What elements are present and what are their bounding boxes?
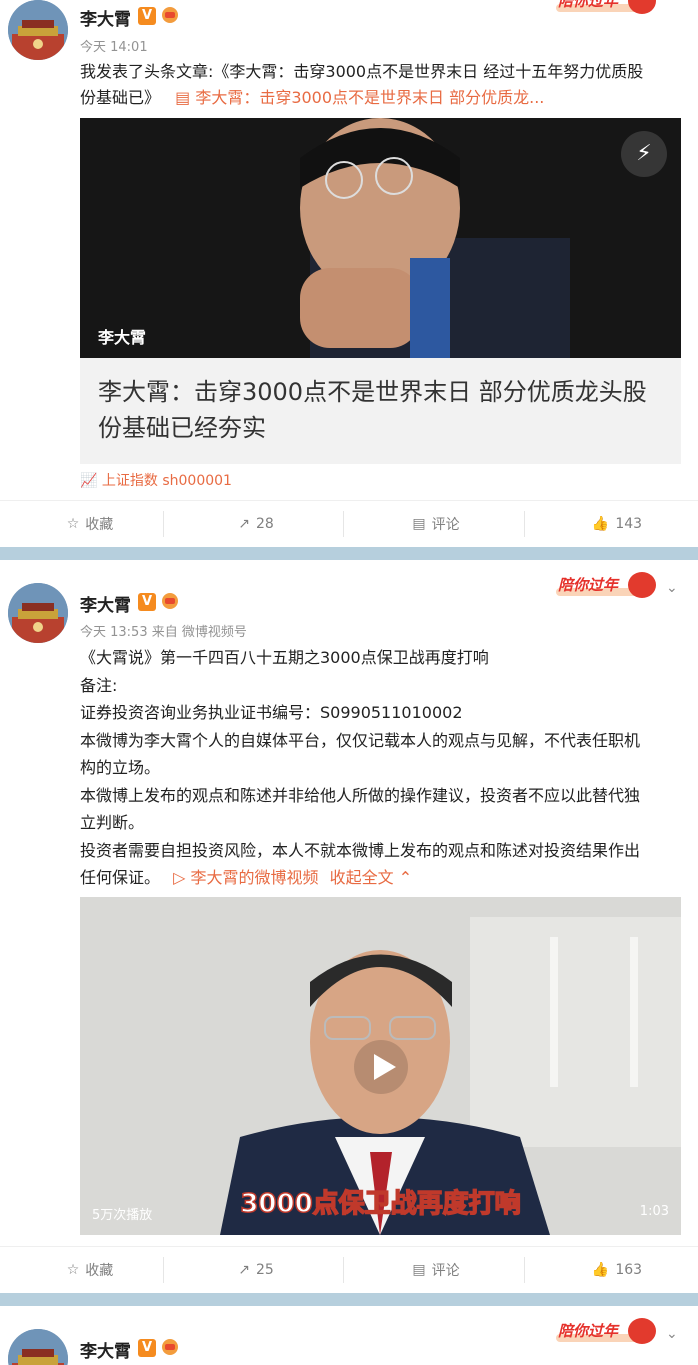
post-text-line: 备注: (80, 675, 118, 695)
lightning-icon[interactable]: ⚡ (621, 131, 667, 177)
author-name[interactable]: 李大霄 (80, 591, 131, 616)
post-text-line: 任何保证。 ▷ 李大霄的微博视频 收起全文 ⌃ (80, 864, 674, 892)
post-text-fragment: 任何保证。 (80, 868, 161, 887)
lantern-icon (628, 1318, 656, 1344)
article-icon: ▤ (175, 88, 196, 107)
divider (343, 511, 344, 537)
post-text-line: 份基础已》 ▤ 李大霄：击穿3000点不是世界末日 部分优质龙... (80, 85, 674, 111)
favorite-label: 收藏 (85, 1263, 114, 1279)
repost-icon: ↗ (238, 516, 250, 532)
post-text-line: 证券投资咨询业务执业证书编号：S0990511010002 (80, 703, 463, 722)
fan-badge-icon (162, 593, 178, 609)
video-player[interactable]: 3000点保卫战再度打响 5万次播放 1:03 (80, 897, 681, 1235)
stock-tag-label: 上证指数 sh000001 (101, 473, 232, 489)
post-text-line: 本微博为李大霄个人的自媒体平台，仅仅记载本人的观点与见解，不代表任职机 (80, 730, 641, 750)
comment-label: 评论 (431, 517, 460, 533)
repost-icon: ↗ (238, 1262, 250, 1278)
like-button[interactable]: 👍 143 (527, 501, 698, 547)
post-text: 我发表了头条文章:《李大霄：击穿3000点不是世界末日 经过十五年努力优质股 份… (80, 59, 674, 111)
stock-tag[interactable]: 📈 上证指数 sh000001 (80, 470, 232, 490)
weibo-feed: 李大霄 V 今天 14:01 陪你过年 我发表了头条文章:《李大霄：击穿3000… (0, 0, 698, 1365)
avatar[interactable] (8, 1329, 68, 1365)
video-link-label: 李大霄的微博视频 (190, 868, 319, 887)
festival-badge: 陪你过年 (556, 1316, 668, 1348)
divider (524, 1257, 525, 1283)
post-text-line: 投资者需要自担投资风险，本人不就本微博上发布的观点和陈述对投资结果作出 (80, 840, 641, 860)
cover-caption: 李大霄 (98, 328, 147, 347)
post-card: 李大霄 V 今天 13:53 来自 微博视频号 陪你过年 ⌄ 《大霄说》第一千四… (0, 560, 698, 1293)
collapse-label: 收起全文 (329, 868, 394, 887)
verified-icon: V (138, 7, 156, 25)
article-cover-image: 李大霄 ⚡ (80, 118, 681, 358)
video-link[interactable]: ▷ 李大霄的微博视频 (173, 868, 318, 887)
like-count: 163 (615, 1262, 643, 1278)
comment-button[interactable]: ▤ 评论 (346, 501, 526, 547)
chevron-up-icon: ⌃ (393, 868, 413, 887)
divider (524, 511, 525, 537)
repost-count: 28 (255, 516, 274, 532)
action-bar: ☆ 收藏 ↗ 28 ▤ 评论 👍 143 (0, 501, 698, 547)
article-link[interactable]: ▤ 李大霄：击穿3000点不是世界末日 部分优质龙... (175, 88, 544, 107)
video-duration: 1:03 (639, 1204, 669, 1219)
post-separator (0, 547, 698, 560)
article-link-label: 李大霄：击穿3000点不是世界末日 部分优质龙... (195, 88, 545, 107)
post-text-line: 立判断。 (80, 813, 145, 832)
repost-count: 25 (255, 1262, 274, 1278)
divider (343, 1257, 344, 1283)
chart-trend-icon: 📈 (80, 473, 102, 489)
comment-icon: ▤ (412, 1262, 426, 1278)
star-icon: ☆ (66, 516, 80, 532)
article-title[interactable]: 李大霄：击穿3000点不是世界末日 部分优质龙头股份基础已经夯实 (98, 374, 658, 446)
thumbs-up-icon: 👍 (591, 516, 610, 532)
repost-button[interactable]: ↗ 25 (166, 1247, 346, 1293)
thumbs-up-icon: 👍 (591, 1262, 610, 1278)
post-text-line: 我发表了头条文章:《李大霄：击穿3000点不是世界末日 经过十五年努力优质股 (80, 62, 644, 81)
festival-badge-text: 陪你过年 (558, 1322, 619, 1340)
post-separator (0, 1293, 698, 1306)
festival-badge-text: 陪你过年 (558, 576, 619, 594)
post-time[interactable]: 今天 14:01 (80, 36, 148, 55)
post-text: 《大霄说》第一千四百八十五期之3000点保卫战再度打响 备注: 证券投资咨询业务… (80, 644, 674, 892)
avatar[interactable] (8, 0, 68, 60)
post-card: 李大霄 V 陪你过年 ⌄ (0, 1306, 698, 1365)
lantern-icon (628, 572, 656, 598)
comment-icon: ▤ (412, 516, 426, 532)
like-count: 143 (615, 516, 643, 532)
like-button[interactable]: 👍 163 (527, 1247, 698, 1293)
fan-badge-icon (162, 7, 178, 23)
post-time[interactable]: 今天 13:53 来自 微博视频号 (80, 621, 247, 640)
view-count: 5万次播放 (92, 1208, 153, 1223)
festival-badge: 陪你过年 (556, 570, 668, 602)
video-camera-icon: ▷ (173, 868, 191, 887)
post-card: 李大霄 V 今天 14:01 陪你过年 我发表了头条文章:《李大霄：击穿3000… (0, 0, 698, 547)
favorite-button[interactable]: ☆ 收藏 (0, 501, 180, 547)
action-bar: ☆ 收藏 ↗ 25 ▤ 评论 👍 163 (0, 1247, 698, 1293)
divider (163, 1257, 164, 1283)
festival-badge: 陪你过年 (556, 0, 668, 18)
festival-badge-text: 陪你过年 (558, 0, 619, 10)
favorite-label: 收藏 (85, 517, 114, 533)
star-icon: ☆ (66, 1262, 80, 1278)
collapse-button[interactable]: 收起全文 ⌃ (330, 868, 413, 887)
divider (163, 511, 164, 537)
post-text-line: 本微博上发布的观点和陈述并非给他人所做的操作建议，投资者不应以此替代独 (80, 785, 641, 805)
author-name[interactable]: 李大霄 (80, 1337, 131, 1362)
verified-icon: V (138, 593, 156, 611)
comment-label: 评论 (431, 1263, 460, 1279)
post-text-line: 构的立场。 (80, 758, 161, 777)
author-name[interactable]: 李大霄 (80, 5, 131, 30)
chevron-down-icon[interactable]: ⌄ (666, 580, 678, 596)
verified-icon: V (138, 1339, 156, 1357)
post-text-line: 《大霄说》第一千四百八十五期之3000点保卫战再度打响 (80, 648, 489, 667)
video-caption: 3000点保卫战再度打响 (240, 1188, 522, 1220)
comment-button[interactable]: ▤ 评论 (346, 1247, 526, 1293)
avatar[interactable] (8, 583, 68, 643)
favorite-button[interactable]: ☆ 收藏 (0, 1247, 180, 1293)
chevron-down-icon[interactable]: ⌄ (666, 1326, 678, 1342)
fan-badge-icon (162, 1339, 178, 1355)
post-text-fragment: 份基础已》 (80, 88, 161, 107)
play-icon[interactable] (354, 1040, 408, 1094)
repost-button[interactable]: ↗ 28 (166, 501, 346, 547)
article-card[interactable]: 李大霄 ⚡ 李大霄：击穿3000点不是世界末日 部分优质龙头股份基础已经夯实 (80, 118, 681, 464)
